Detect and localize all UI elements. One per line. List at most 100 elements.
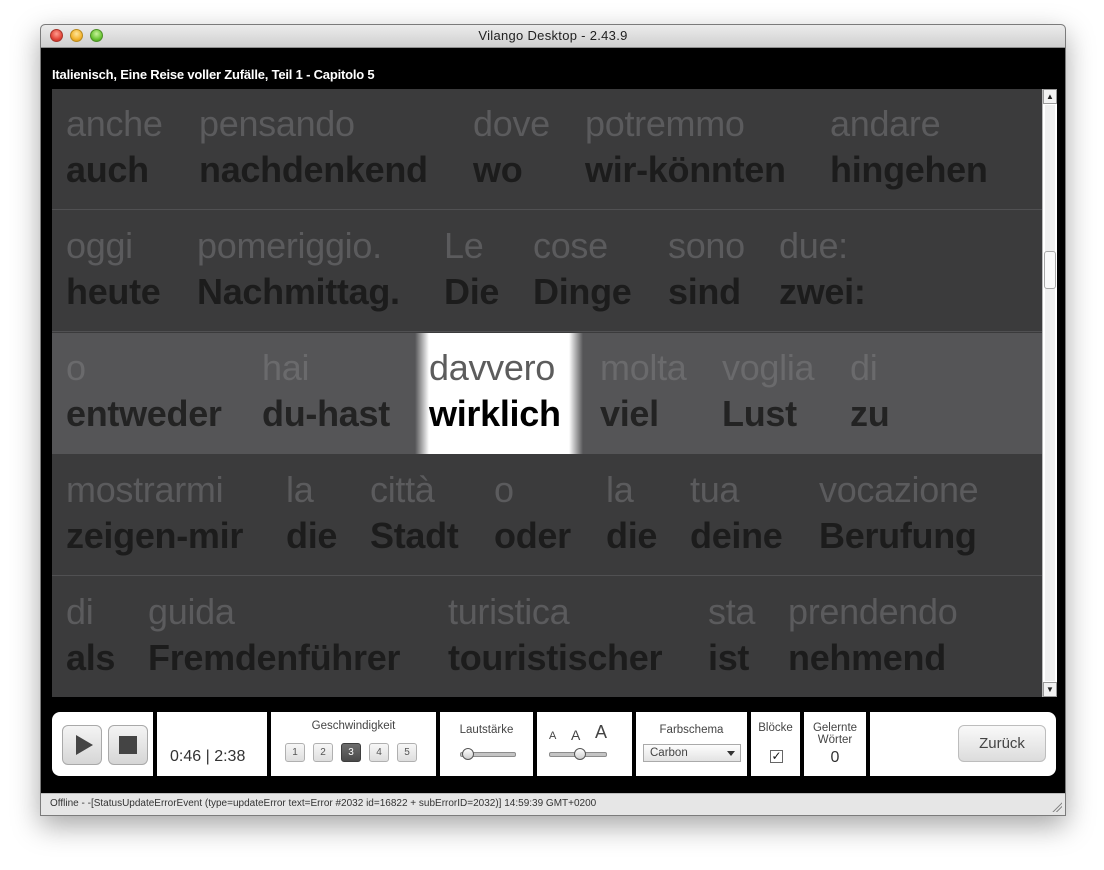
source-word: potremmo	[585, 103, 745, 144]
translation-word: Fremdenführer	[148, 637, 401, 678]
translation-word: wo	[473, 149, 523, 190]
time-separator: |	[205, 748, 210, 765]
speed-option-2[interactable]: 2	[313, 743, 333, 762]
learned-words-count: 0	[830, 749, 840, 766]
color-scheme-label: Farbschema	[659, 724, 724, 736]
translation-word: wirklich	[429, 393, 561, 434]
scroll-thumb[interactable]	[1044, 251, 1056, 289]
scroll-down-arrow-icon[interactable]: ▼	[1043, 682, 1057, 697]
source-word: pomeriggio.	[197, 225, 382, 266]
text-line: oggi heute pomeriggio. Nachmittag. Le Die c…	[52, 211, 1042, 332]
translation-word: zwei:	[779, 271, 866, 312]
font-size-slider-knob[interactable]	[573, 748, 586, 760]
translation-word: Stadt	[370, 515, 459, 556]
source-word: città	[370, 469, 435, 510]
translation-word: viel	[600, 393, 659, 434]
window-title: Vilango Desktop - 2.43.9	[478, 28, 628, 43]
source-word: sta	[708, 591, 756, 632]
font-size-small-icon: A	[549, 730, 557, 742]
source-word: prendendo	[788, 591, 958, 632]
divider	[632, 712, 636, 776]
learned-words-label-line1: Gelernte	[812, 722, 858, 734]
text-line: anche auch pensando nachdenkend dove wo pot…	[52, 89, 1042, 210]
source-word: anche	[66, 103, 163, 144]
translation-word: hingehen	[830, 149, 988, 190]
source-word: molta	[600, 347, 687, 388]
source-word: la	[606, 469, 634, 510]
color-scheme-select[interactable]: Carbon	[643, 744, 741, 762]
blocks-checkbox[interactable]: ✓	[770, 750, 783, 763]
learned-words-label-line2: Wörter	[817, 734, 853, 746]
elapsed-time: 0:46	[170, 748, 202, 765]
source-word: vocazione	[819, 469, 979, 510]
source-word: oggi	[66, 225, 133, 266]
font-size-large-icon: A	[595, 722, 608, 742]
status-text: Offline - -[StatusUpdateErrorEvent (type…	[50, 798, 597, 809]
stop-button[interactable]	[108, 725, 148, 765]
status-bar: Offline - -[StatusUpdateErrorEvent (type…	[41, 793, 1065, 815]
current-word-block[interactable]: davvero wirklich	[415, 333, 583, 454]
source-word: sono	[668, 225, 745, 266]
source-word: hai	[262, 347, 310, 388]
translation-word: auch	[66, 149, 149, 190]
translation-word: die	[606, 515, 658, 556]
lesson-title: Italienisch, Eine Reise voller Zufälle, …	[52, 67, 375, 82]
translation-word: zeigen-mir	[66, 515, 244, 556]
total-time: 2:38	[214, 748, 246, 765]
source-word: o	[66, 347, 86, 388]
translation-word: Berufung	[819, 515, 977, 556]
speed-option-1[interactable]: 1	[285, 743, 305, 762]
divider	[153, 712, 157, 776]
source-word: voglia	[722, 347, 815, 388]
translation-word: Die	[444, 271, 500, 312]
translation-word: deine	[690, 515, 783, 556]
translation-word: nachdenkend	[199, 149, 428, 190]
speed-option-3[interactable]: 3	[341, 743, 361, 762]
translation-word: zu	[850, 393, 890, 434]
translation-word: Nachmittag.	[197, 271, 400, 312]
source-word: turistica	[448, 591, 570, 632]
source-word: cose	[533, 225, 608, 266]
divider	[436, 712, 440, 776]
source-word: davvero	[429, 347, 555, 388]
translation-word: wir-könnten	[585, 149, 786, 190]
speed-option-4[interactable]: 4	[369, 743, 389, 762]
translation-word: die	[286, 515, 338, 556]
chevron-down-icon	[727, 751, 735, 756]
source-word: o	[494, 469, 514, 510]
source-word: di	[66, 591, 94, 632]
translation-word: als	[66, 637, 116, 678]
title-bar[interactable]: Vilango Desktop - 2.43.9	[41, 25, 1065, 48]
translation-word: Dinge	[533, 271, 632, 312]
reader-pane[interactable]: anche auch pensando nachdenkend dove wo pot…	[52, 89, 1042, 697]
scroll-track[interactable]	[1045, 105, 1055, 681]
source-word: di	[850, 347, 878, 388]
volume-label: Lautstärke	[459, 724, 514, 736]
translation-word: nehmend	[788, 637, 946, 678]
back-button[interactable]: Zurück	[958, 725, 1046, 762]
learned-words-label: Gelernte Wörter	[804, 722, 866, 746]
text-line: mostrarmi zeigen-mir la die città Stadt o od…	[52, 455, 1042, 576]
blocks-label: Blöcke	[758, 722, 793, 734]
control-bar: 0:46 | 2:38 Geschwindigkeit 1 2 3 4 5 La…	[52, 712, 1056, 776]
current-text-line: o entweder hai du-hast davvero wirklich mol…	[52, 333, 1042, 454]
source-word: andare	[830, 103, 941, 144]
scroll-up-arrow-icon[interactable]: ▲	[1043, 89, 1057, 104]
translation-word: entweder	[66, 393, 222, 434]
text-line: di als guida Fremdenführer turistica touris…	[52, 577, 1042, 697]
playback-time: 0:46 | 2:38	[170, 748, 245, 766]
volume-slider-knob[interactable]	[462, 748, 475, 760]
source-word: mostrarmi	[66, 469, 224, 510]
translation-word: Lust	[722, 393, 797, 434]
source-word: Le	[444, 225, 484, 266]
translation-word: sind	[668, 271, 741, 312]
play-button[interactable]	[62, 725, 102, 765]
font-size-medium-icon: A	[571, 727, 581, 743]
resize-grip-icon[interactable]	[1051, 801, 1062, 812]
source-word: tua	[690, 469, 740, 510]
source-word: dove	[473, 103, 550, 144]
reader-scrollbar[interactable]: ▲ ▼	[1042, 89, 1057, 697]
speed-option-5[interactable]: 5	[397, 743, 417, 762]
translation-word: ist	[708, 637, 750, 678]
source-word: pensando	[199, 103, 355, 144]
